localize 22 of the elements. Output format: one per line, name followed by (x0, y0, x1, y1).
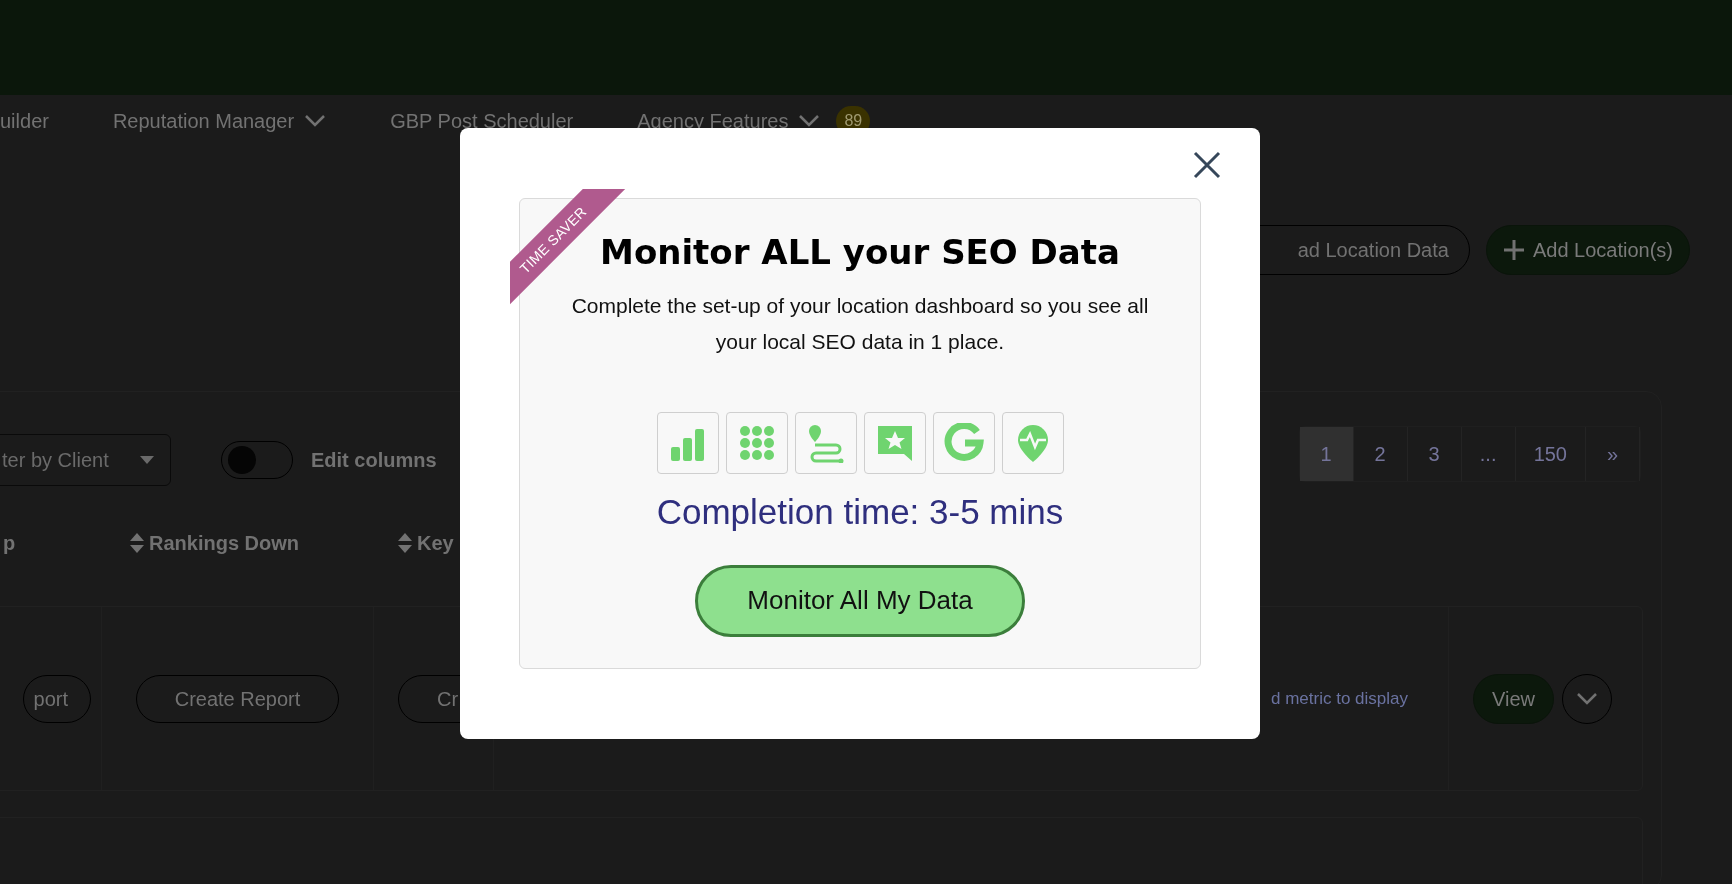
add-location-button[interactable]: Add Location(s) (1485, 225, 1690, 275)
column-header: Rankings Down (149, 531, 299, 556)
edit-columns-label: Edit columns (311, 448, 437, 473)
google-g-icon (943, 423, 984, 463)
sort-icon[interactable] (129, 532, 145, 554)
completion-time: Completion time: 3-5 mins (656, 491, 1064, 533)
caret-down-icon (140, 456, 154, 464)
monitor-data-button[interactable]: Monitor All My Data (695, 564, 1025, 637)
dialog-title: Monitor ALL your SEO Data (600, 231, 1120, 274)
nav-link[interactable]: Reputation Manager (112, 106, 295, 136)
client-filter-dropdown[interactable]: ter by Client (0, 434, 171, 486)
nav-link[interactable]: uilder (0, 106, 49, 136)
column-header: Key (417, 531, 454, 556)
view-button[interactable]: View (1473, 673, 1554, 724)
close-icon[interactable] (1192, 150, 1222, 180)
dialog-description: Complete the set-up of your location dashboard so you see all your local SEO data in 1 place. (570, 293, 1150, 355)
page-button[interactable]: 1 (1299, 427, 1354, 481)
metric-note: d metric to display (1271, 687, 1408, 710)
sort-icon[interactable] (397, 532, 413, 554)
column-header: p (3, 531, 16, 556)
chevron-down-icon (1576, 691, 1598, 706)
plus-icon (1502, 239, 1525, 261)
